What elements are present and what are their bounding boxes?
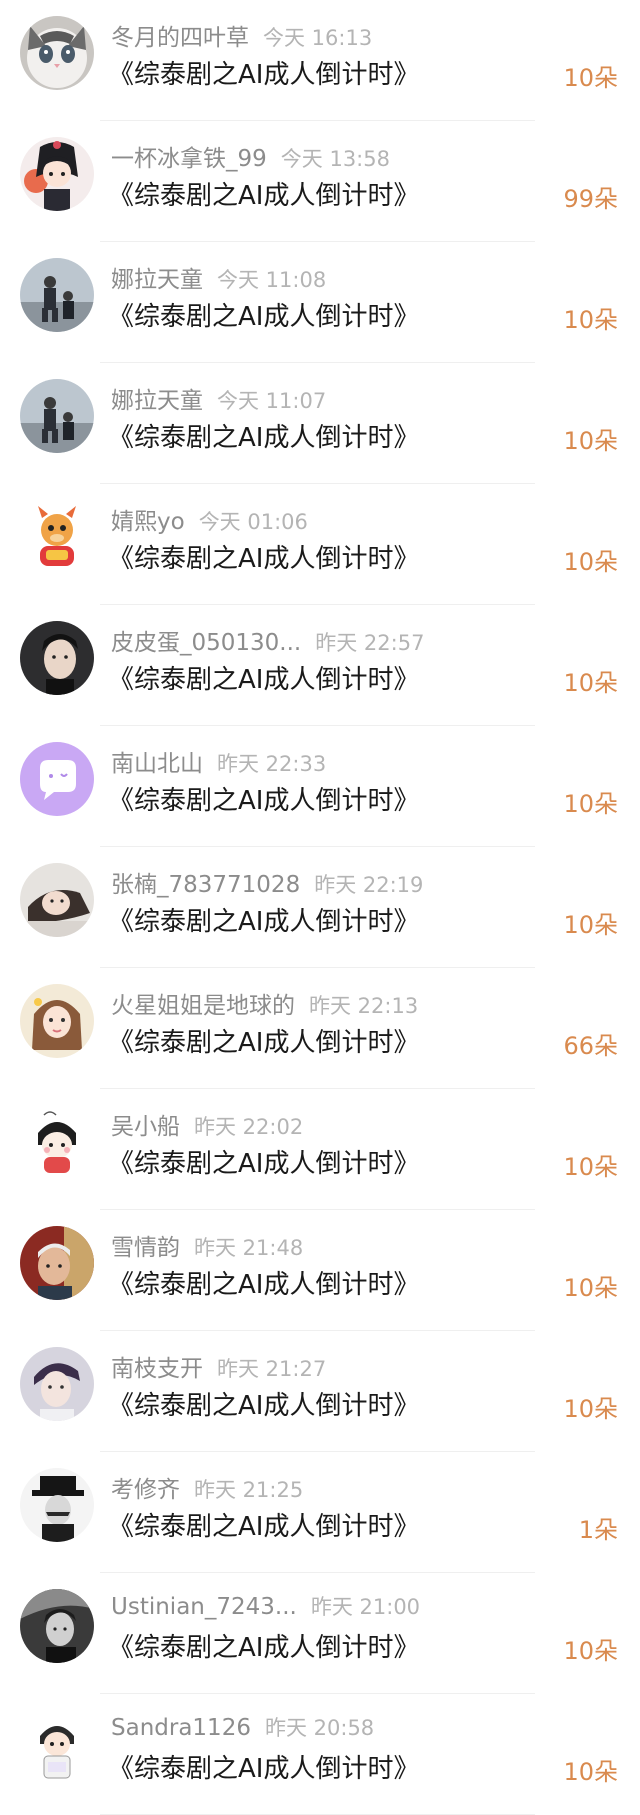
- list-item[interactable]: 雪情韵 昨天 21:48 《综泰剧之AI成人倒计时》 10朵: [0, 1210, 640, 1331]
- sender-name[interactable]: 火星姐姐是地球的 昨天 22:13: [111, 986, 418, 1020]
- book-title[interactable]: 《综泰剧之AI成人倒计时》: [108, 1748, 419, 1785]
- list-item[interactable]: 皮皮蛋_050130... 昨天 22:57 《综泰剧之AI成人倒计时》 10朵: [0, 605, 640, 726]
- sender-name[interactable]: 吴小船 昨天 22:02: [111, 1107, 303, 1141]
- gift-time: 昨天 22:19: [314, 873, 424, 897]
- gift-time: 昨天 21:00: [310, 1595, 421, 1619]
- gift-amount: 66朵: [563, 1032, 618, 1060]
- gift-time: 昨天 22:57: [315, 631, 425, 655]
- gift-amount: 10朵: [563, 64, 618, 92]
- man-portrait-avatar-icon[interactable]: [20, 621, 94, 695]
- sender-name[interactable]: 冬月的四叶草 今天 16:13: [111, 18, 372, 52]
- book-title[interactable]: 《综泰剧之AI成人倒计时》: [108, 175, 419, 212]
- gift-amount: 10朵: [563, 911, 618, 939]
- gift-time: 昨天 21:48: [194, 1236, 304, 1260]
- sender-name[interactable]: 婧熙yo 今天 01:06: [111, 502, 308, 536]
- anime-girl-avatar-icon[interactable]: [20, 137, 94, 211]
- couple-photo-avatar-icon[interactable]: [20, 258, 94, 332]
- list-item[interactable]: 娜拉天童 今天 11:08 《综泰剧之AI成人倒计时》 10朵: [0, 242, 640, 363]
- gift-time: 昨天 20:58: [264, 1716, 375, 1740]
- list-item[interactable]: 火星姐姐是地球的 昨天 22:13 《综泰剧之AI成人倒计时》 66朵: [0, 968, 640, 1089]
- list-item[interactable]: 吴小船 昨天 22:02 《综泰剧之AI成人倒计时》 10朵: [0, 1089, 640, 1210]
- gift-amount: 10朵: [563, 790, 618, 818]
- man-photo-avatar-icon[interactable]: [20, 1226, 94, 1300]
- cartoon-character-avatar-icon[interactable]: [20, 1105, 94, 1179]
- list-item[interactable]: 冬月的四叶草 今天 16:13 《综泰剧之AI成人倒计时》 10朵: [0, 0, 640, 121]
- dragon-avatar-icon[interactable]: [20, 500, 94, 574]
- gift-time: 今天 11:07: [217, 389, 327, 413]
- book-title[interactable]: 《综泰剧之AI成人倒计时》: [108, 54, 419, 91]
- sender-name[interactable]: 南枝支开 昨天 21:27: [111, 1349, 326, 1383]
- book-title[interactable]: 《综泰剧之AI成人倒计时》: [108, 538, 419, 575]
- list-item[interactable]: Sandra1126 昨天 20:58 《综泰剧之AI成人倒计时》 10朵: [0, 1694, 640, 1815]
- book-title[interactable]: 《综泰剧之AI成人倒计时》: [108, 1264, 419, 1301]
- gift-time: 昨天 22:33: [217, 752, 327, 776]
- list-item[interactable]: 婧熙yo 今天 01:06 《综泰剧之AI成人倒计时》 10朵: [0, 484, 640, 605]
- sender-name[interactable]: 考修齐 昨天 21:25: [111, 1470, 303, 1504]
- bw-portrait-avatar-icon[interactable]: [20, 1589, 94, 1663]
- book-title[interactable]: 《综泰剧之AI成人倒计时》: [108, 659, 419, 696]
- gift-amount: 10朵: [563, 1758, 618, 1786]
- gift-time: 今天 16:13: [263, 26, 373, 50]
- gift-amount: 10朵: [563, 548, 618, 576]
- sender-name[interactable]: 南山北山 昨天 22:33: [111, 744, 326, 778]
- gift-time: 今天 13:58: [280, 147, 390, 171]
- book-title[interactable]: 《综泰剧之AI成人倒计时》: [108, 417, 419, 454]
- gift-amount: 10朵: [563, 1274, 618, 1302]
- book-title[interactable]: 《综泰剧之AI成人倒计时》: [108, 1385, 419, 1422]
- gift-time: 今天 01:06: [198, 510, 308, 534]
- list-item[interactable]: 娜拉天童 今天 11:07 《综泰剧之AI成人倒计时》 10朵: [0, 363, 640, 484]
- gift-amount: 10朵: [563, 1153, 618, 1181]
- sender-name[interactable]: 娜拉天童 今天 11:08: [111, 260, 326, 294]
- gift-record-list: 冬月的四叶草 今天 16:13 《综泰剧之AI成人倒计时》 10朵 一杯冰拿铁_9…: [0, 0, 640, 1815]
- cat-avatar-icon[interactable]: [20, 16, 94, 90]
- book-title[interactable]: 《综泰剧之AI成人倒计时》: [108, 1506, 419, 1543]
- gift-amount: 10朵: [563, 306, 618, 334]
- sender-name[interactable]: 皮皮蛋_050130... 昨天 22:57: [111, 623, 424, 657]
- gift-time: 今天 11:08: [217, 268, 327, 292]
- sender-name[interactable]: 张楠_783771028 昨天 22:19: [111, 865, 423, 899]
- list-item[interactable]: 考修齐 昨天 21:25 《综泰剧之AI成人倒计时》 1朵: [0, 1452, 640, 1573]
- list-item[interactable]: 南山北山 昨天 22:33 《综泰剧之AI成人倒计时》 10朵: [0, 726, 640, 847]
- book-title[interactable]: 《综泰剧之AI成人倒计时》: [108, 296, 419, 333]
- gift-time: 昨天 21:25: [194, 1478, 304, 1502]
- sender-name[interactable]: 娜拉天童 今天 11:07: [111, 381, 326, 415]
- sender-name[interactable]: 雪情韵 昨天 21:48: [111, 1228, 303, 1262]
- list-item[interactable]: 张楠_783771028 昨天 22:19 《综泰剧之AI成人倒计时》 10朵: [0, 847, 640, 968]
- book-title[interactable]: 《综泰剧之AI成人倒计时》: [108, 1022, 419, 1059]
- gift-time: 昨天 22:02: [194, 1115, 304, 1139]
- couple-photo-avatar-icon[interactable]: [20, 379, 94, 453]
- gift-amount: 10朵: [563, 669, 618, 697]
- sender-name[interactable]: Ustinian_7243... 昨天 21:00: [111, 1591, 420, 1621]
- chibi-character-avatar-icon[interactable]: [20, 1710, 94, 1784]
- book-title[interactable]: 《综泰剧之AI成人倒计时》: [108, 780, 419, 817]
- sender-name[interactable]: 一杯冰拿铁_99 今天 13:58: [111, 139, 390, 173]
- list-item[interactable]: 一杯冰拿铁_99 今天 13:58 《综泰剧之AI成人倒计时》 99朵: [0, 121, 640, 242]
- woman-portrait-avatar-icon[interactable]: [20, 863, 94, 937]
- girl-portrait-avatar-icon[interactable]: [20, 984, 94, 1058]
- sender-name[interactable]: Sandra1126 昨天 20:58: [111, 1712, 374, 1742]
- gift-amount: 99朵: [563, 185, 618, 213]
- list-item[interactable]: 南枝支开 昨天 21:27 《综泰剧之AI成人倒计时》 10朵: [0, 1331, 640, 1452]
- gift-time: 昨天 21:27: [217, 1357, 327, 1381]
- book-title[interactable]: 《综泰剧之AI成人倒计时》: [108, 1627, 419, 1664]
- book-title[interactable]: 《综泰剧之AI成人倒计时》: [108, 901, 419, 938]
- man-portrait-avatar-icon[interactable]: [20, 1347, 94, 1421]
- gift-amount: 10朵: [563, 1395, 618, 1423]
- book-title[interactable]: 《综泰剧之AI成人倒计时》: [108, 1143, 419, 1180]
- man-hat-avatar-icon[interactable]: [20, 1468, 94, 1542]
- chat-bubble-avatar-icon[interactable]: [20, 742, 94, 816]
- gift-time: 昨天 22:13: [309, 994, 419, 1018]
- gift-amount: 1朵: [578, 1516, 618, 1544]
- list-item[interactable]: Ustinian_7243... 昨天 21:00 《综泰剧之AI成人倒计时》 1…: [0, 1573, 640, 1694]
- gift-amount: 10朵: [563, 427, 618, 455]
- gift-amount: 10朵: [563, 1637, 618, 1665]
